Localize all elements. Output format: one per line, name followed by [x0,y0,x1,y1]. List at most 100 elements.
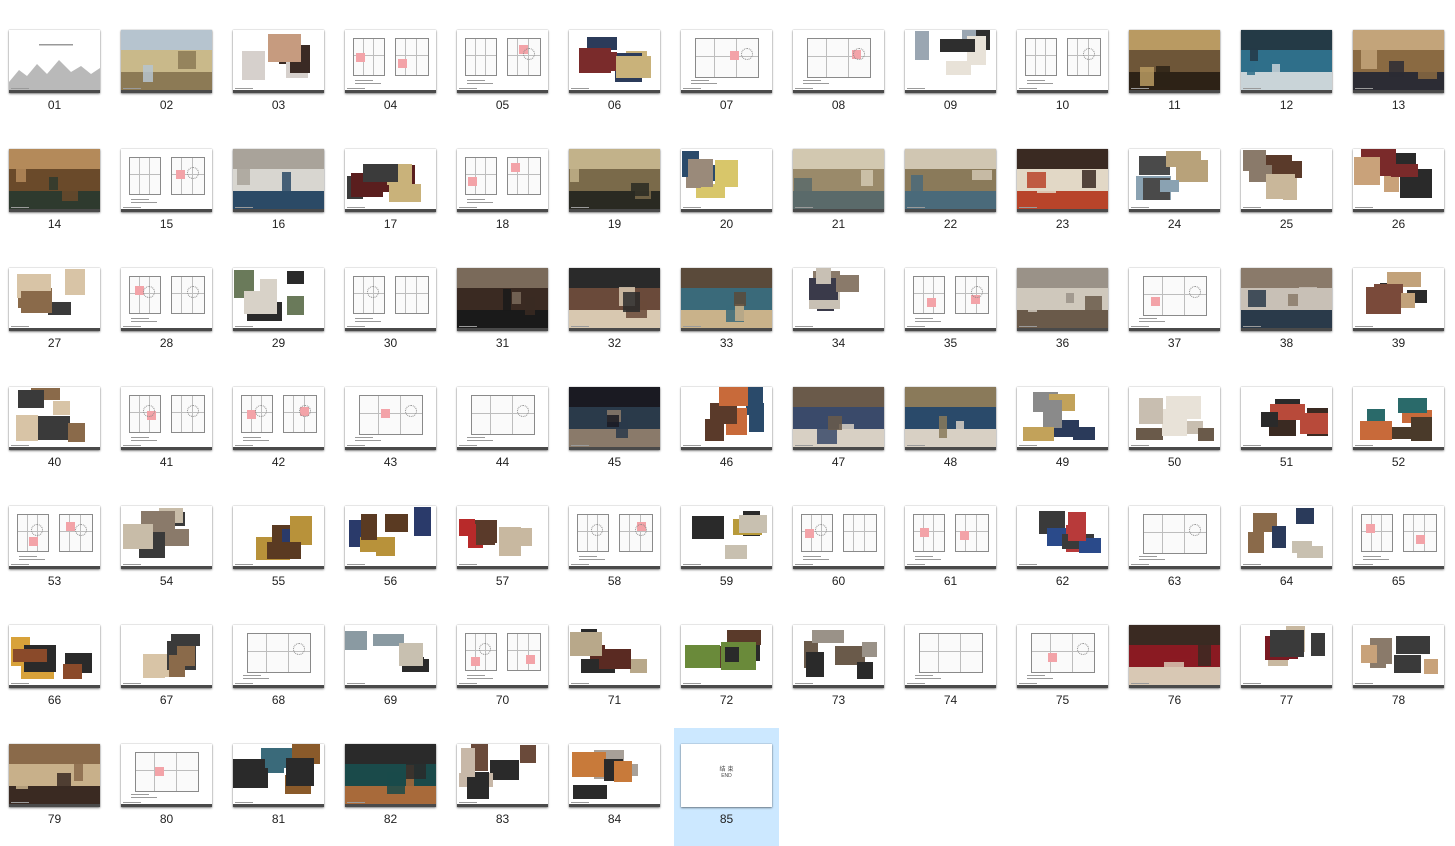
slide-thumbnail[interactable] [1353,506,1444,569]
file-item[interactable]: 13 [1346,14,1451,132]
file-item[interactable]: 32 [562,252,667,370]
slide-thumbnail[interactable] [1017,506,1108,569]
file-item[interactable]: 06 [562,14,667,132]
file-item[interactable]: 39 [1346,252,1451,370]
file-item[interactable]: 34 [786,252,891,370]
slide-thumbnail[interactable] [345,30,436,93]
file-item[interactable]: 63 [1122,490,1227,608]
file-item[interactable]: 69 [338,609,443,727]
file-item[interactable]: 77 [1234,609,1339,727]
file-item[interactable]: 03 [226,14,331,132]
file-item[interactable]: 37 [1122,252,1227,370]
slide-thumbnail[interactable] [681,387,772,450]
slide-thumbnail[interactable] [681,506,772,569]
slide-thumbnail[interactable] [1241,149,1332,212]
file-item[interactable]: 07 [674,14,779,132]
file-item[interactable]: 42 [226,371,331,489]
slide-thumbnail[interactable] [681,625,772,688]
slide-thumbnail[interactable] [905,30,996,93]
file-item[interactable]: 62 [1010,490,1115,608]
file-item[interactable]: 20 [674,133,779,251]
slide-thumbnail[interactable] [233,625,324,688]
file-item[interactable]: 12 [1234,14,1339,132]
file-item[interactable]: 79 [2,728,107,846]
file-item-selected[interactable]: 结 束 END 85 [674,728,779,846]
slide-thumbnail[interactable] [457,625,548,688]
slide-thumbnail[interactable] [345,625,436,688]
file-item[interactable]: 76 [1122,609,1227,727]
file-item[interactable]: 46 [674,371,779,489]
slide-thumbnail[interactable] [1017,268,1108,331]
slide-thumbnail[interactable] [1241,30,1332,93]
file-item[interactable]: 18 [450,133,555,251]
file-item[interactable]: 10 [1010,14,1115,132]
slide-thumbnail[interactable] [905,387,996,450]
file-item[interactable]: 16 [226,133,331,251]
slide-thumbnail[interactable] [905,506,996,569]
slide-thumbnail[interactable] [121,149,212,212]
slide-thumbnail[interactable] [9,268,100,331]
file-item[interactable]: 84 [562,728,667,846]
slide-thumbnail[interactable] [121,744,212,807]
slide-thumbnail[interactable] [121,506,212,569]
slide-thumbnail[interactable] [457,268,548,331]
slide-thumbnail[interactable] [1017,625,1108,688]
slide-thumbnail[interactable] [1129,268,1220,331]
file-item[interactable]: 60 [786,490,891,608]
slide-thumbnail[interactable] [569,149,660,212]
slide-thumbnail[interactable] [345,268,436,331]
file-item[interactable]: 30 [338,252,443,370]
file-item[interactable]: 19 [562,133,667,251]
file-item[interactable]: 31 [450,252,555,370]
file-item[interactable]: 65 [1346,490,1451,608]
file-item[interactable]: 55 [226,490,331,608]
file-item[interactable]: 49 [1010,371,1115,489]
slide-thumbnail[interactable] [345,387,436,450]
file-item[interactable]: 26 [1346,133,1451,251]
file-item[interactable]: 47 [786,371,891,489]
file-item[interactable]: 36 [1010,252,1115,370]
slide-thumbnail[interactable] [9,149,100,212]
slide-thumbnail[interactable] [345,149,436,212]
slide-thumbnail[interactable] [905,268,996,331]
slide-thumbnail[interactable] [233,744,324,807]
slide-thumbnail[interactable] [1017,149,1108,212]
slide-thumbnail[interactable] [345,506,436,569]
slide-thumbnail[interactable] [9,506,100,569]
slide-thumbnail[interactable] [569,744,660,807]
file-item[interactable]: 71 [562,609,667,727]
slide-thumbnail[interactable] [121,387,212,450]
file-item[interactable]: 51 [1234,371,1339,489]
file-item[interactable]: 44 [450,371,555,489]
slide-thumbnail[interactable] [681,30,772,93]
slide-thumbnail[interactable] [1129,30,1220,93]
slide-thumbnail[interactable] [569,268,660,331]
slide-thumbnail[interactable] [457,387,548,450]
file-item[interactable]: 64 [1234,490,1339,608]
slide-thumbnail[interactable] [457,149,548,212]
file-item[interactable]: 41 [114,371,219,489]
slide-thumbnail[interactable] [681,268,772,331]
slide-thumbnail[interactable] [1353,30,1444,93]
file-item[interactable]: 59 [674,490,779,608]
slide-thumbnail[interactable] [1353,625,1444,688]
slide-thumbnail[interactable] [569,506,660,569]
slide-thumbnail[interactable] [9,625,100,688]
file-item[interactable]: 11 [1122,14,1227,132]
file-item[interactable]: 68 [226,609,331,727]
file-item[interactable]: 09 [898,14,1003,132]
file-item[interactable]: 66 [2,609,107,727]
slide-thumbnail[interactable] [233,268,324,331]
file-item[interactable]: 56 [338,490,443,608]
file-item[interactable]: 78 [1346,609,1451,727]
slide-thumbnail[interactable] [905,625,996,688]
file-item[interactable]: 73 [786,609,891,727]
slide-thumbnail[interactable] [9,387,100,450]
file-item[interactable]: 45 [562,371,667,489]
file-item[interactable]: 08 [786,14,891,132]
slide-thumbnail[interactable] [793,268,884,331]
file-item[interactable]: 52 [1346,371,1451,489]
slide-thumbnail[interactable] [233,506,324,569]
file-item[interactable]: 53 [2,490,107,608]
slide-thumbnail[interactable] [1129,506,1220,569]
